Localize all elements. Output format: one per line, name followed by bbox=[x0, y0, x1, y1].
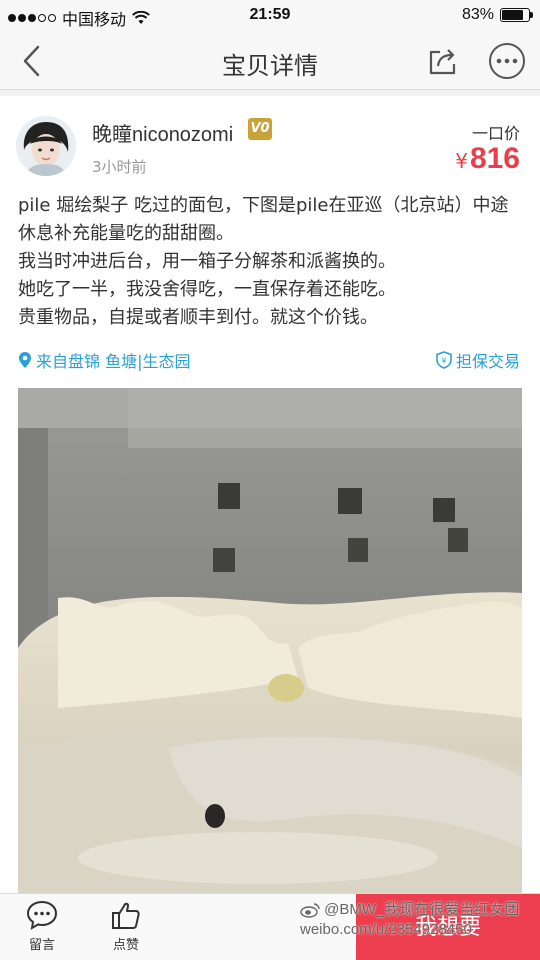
price-label: 一口价 bbox=[471, 124, 520, 143]
bottom-action-bar: 留言 点赞 我想要 bbox=[0, 893, 540, 960]
location-text: 来自盘锦 鱼塘|生态园 bbox=[36, 352, 191, 371]
want-button[interactable]: 我想要 bbox=[356, 894, 540, 960]
more-icon[interactable] bbox=[488, 42, 526, 80]
battery-fill bbox=[502, 10, 524, 20]
like-button[interactable]: 点赞 bbox=[96, 900, 156, 953]
svg-text:¥: ¥ bbox=[441, 357, 446, 366]
avatar-image bbox=[16, 116, 76, 176]
description-line: 她吃了一半，我没舍得吃，一直保存着还能吃。 bbox=[18, 279, 396, 300]
status-right: 83% bbox=[461, 6, 533, 24]
item-card: 晚瞳niconozomi V0 3小时前 一口价 ¥816 pile 堀绘梨子 … bbox=[0, 96, 540, 896]
location-pin-icon bbox=[19, 352, 31, 368]
item-description: pile 堀绘梨子 吃过的面包，下图是pile在亚巡（北京站）中途休息补充能量吃… bbox=[18, 192, 526, 332]
battery-icon bbox=[500, 8, 533, 22]
post-time: 3小时前 bbox=[92, 158, 147, 176]
status-time: 21:59 bbox=[249, 6, 291, 23]
status-bar: 中国移动 21:59 83% bbox=[0, 0, 540, 32]
comment-label: 留言 bbox=[28, 938, 55, 953]
price: ¥816 bbox=[455, 142, 520, 176]
comment-icon bbox=[26, 900, 58, 930]
item-photo-image bbox=[18, 388, 522, 896]
description-line: pile 堀绘梨子 吃过的面包，下图是pile在亚巡（北京站）中途休息补充能量吃… bbox=[18, 195, 509, 244]
thumbs-up-icon bbox=[112, 902, 140, 929]
description-line: 我当时冲进后台，用一箱子分解茶和派酱换的。 bbox=[18, 251, 396, 272]
seller-name[interactable]: 晚瞳niconozomi bbox=[92, 118, 233, 147]
shield-icon: ¥ bbox=[436, 351, 452, 369]
battery-percent: 83% bbox=[461, 6, 494, 23]
guarantee-text: 担保交易 bbox=[455, 352, 520, 371]
item-photo[interactable] bbox=[18, 388, 522, 896]
location-link[interactable]: 来自盘锦 鱼塘|生态园 bbox=[18, 348, 190, 372]
avatar[interactable] bbox=[16, 116, 76, 176]
price-amount: 816 bbox=[469, 142, 520, 175]
like-label: 点赞 bbox=[112, 938, 139, 953]
level-badge: V0 bbox=[248, 118, 272, 140]
share-icon[interactable] bbox=[426, 44, 460, 78]
description-line: 贵重物品，自提或者顺丰到付。就这个价钱。 bbox=[18, 307, 378, 328]
price-currency: ¥ bbox=[455, 149, 468, 173]
comment-button[interactable]: 留言 bbox=[12, 900, 72, 953]
guarantee-link[interactable]: ¥ 担保交易 bbox=[436, 348, 520, 372]
nav-bar: 宝贝详情 bbox=[0, 32, 540, 90]
